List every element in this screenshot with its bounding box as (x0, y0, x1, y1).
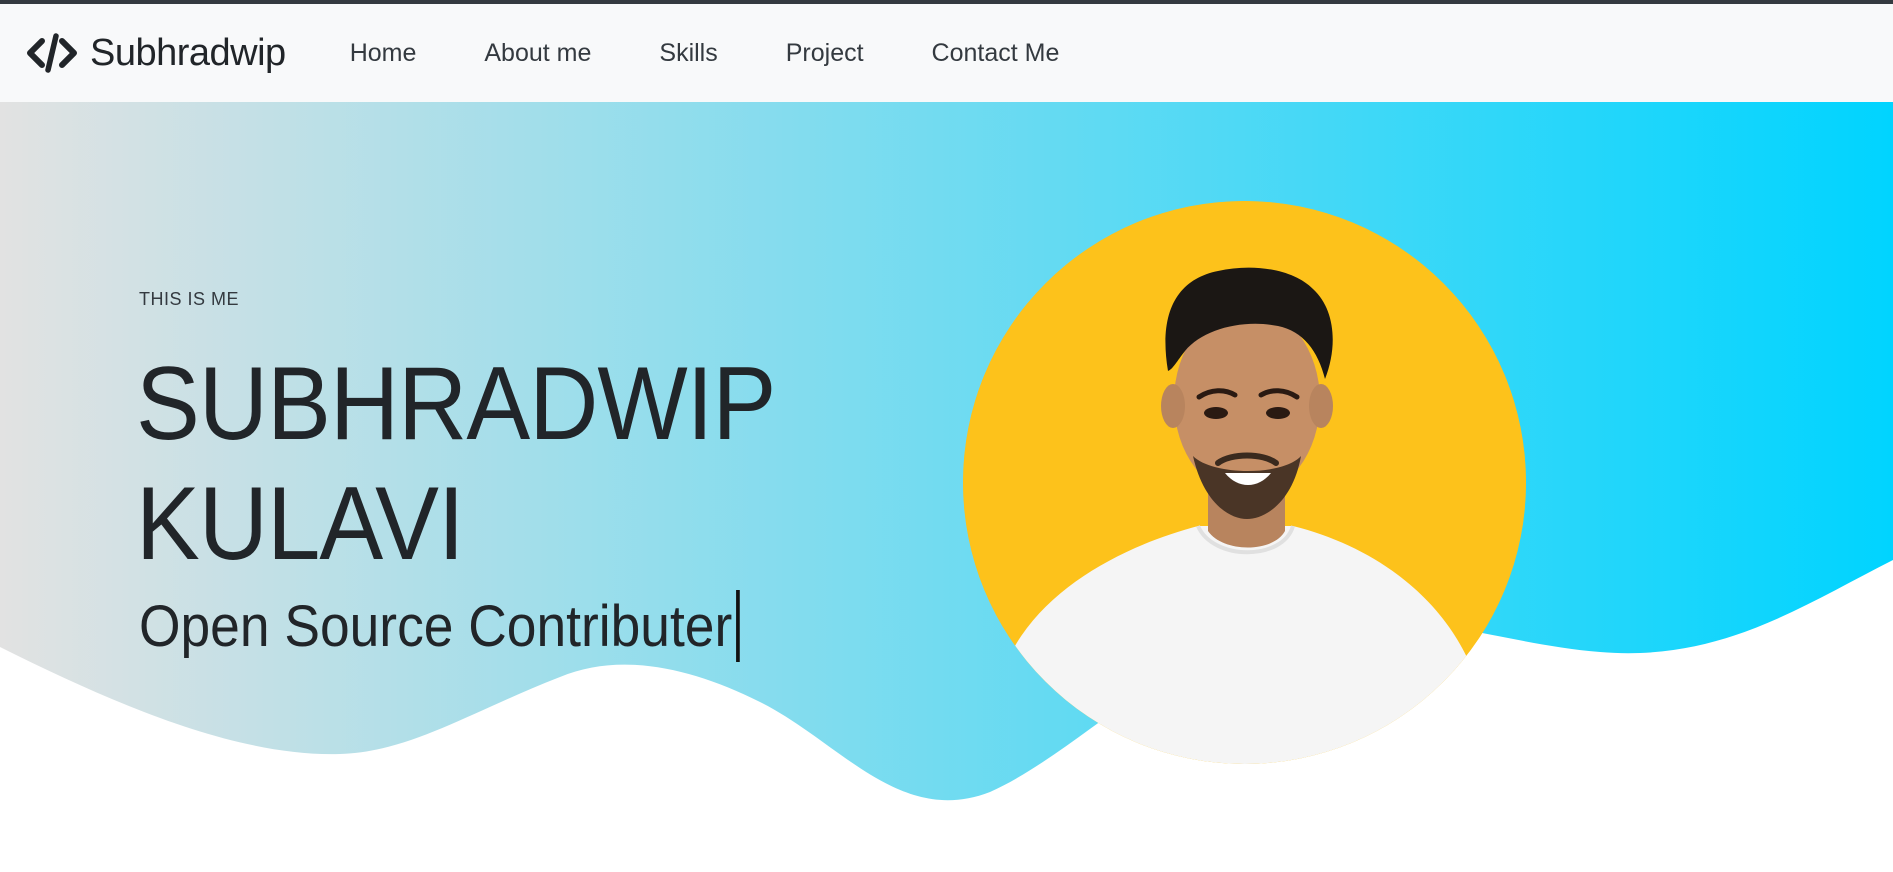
page: Subhradwip Home About me Skills Project … (0, 0, 1893, 872)
brand-name: Subhradwip (90, 31, 286, 74)
profile-photo-icon (963, 201, 1526, 764)
navbar: Subhradwip Home About me Skills Project … (0, 4, 1893, 102)
nav-link-skills[interactable]: Skills (625, 39, 751, 68)
nav-link-about[interactable]: About me (450, 39, 625, 68)
hero-first-name: SUBHRADWIP (136, 346, 776, 462)
code-icon (26, 31, 78, 75)
hero-eyebrow: THIS IS ME (139, 289, 240, 309)
typing-cursor (735, 590, 740, 662)
hero-section: THIS IS ME SUBHRADWIP KULAVI Open Source… (0, 102, 1893, 872)
nav-link-home[interactable]: Home (316, 39, 451, 68)
avatar (963, 201, 1526, 764)
hero-role: Open Source Contributer (139, 590, 740, 662)
nav-link-contact[interactable]: Contact Me (898, 39, 1094, 68)
hero-last-name: KULAVI (136, 466, 465, 582)
nav-links: Home About me Skills Project Contact Me (316, 39, 1094, 68)
brand-link[interactable]: Subhradwip (26, 31, 286, 75)
hero-role-text: Open Source Contributer (139, 593, 733, 659)
nav-link-project[interactable]: Project (752, 39, 898, 68)
